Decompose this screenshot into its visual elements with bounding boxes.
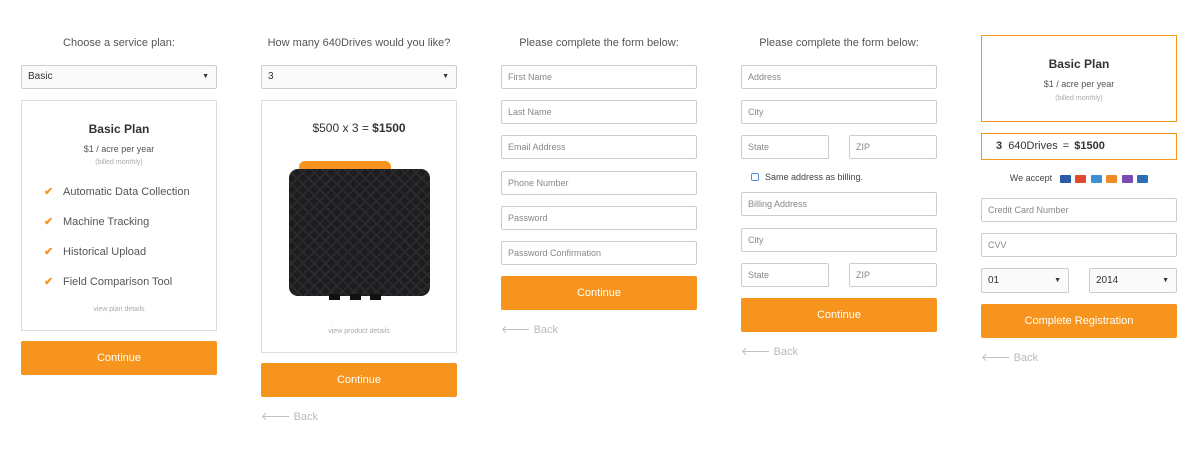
back-link[interactable]: 🡐 Back bbox=[741, 344, 798, 358]
continue-button[interactable]: Continue bbox=[741, 298, 937, 332]
we-accept-label: We accept bbox=[1009, 173, 1053, 183]
arrow-left-icon: 🡐 bbox=[501, 324, 531, 336]
order-product: 640Drives bbox=[1008, 140, 1058, 152]
billing-city-field[interactable]: City bbox=[741, 228, 937, 252]
card-icon bbox=[1121, 174, 1133, 183]
chevron-down-icon: ▼ bbox=[202, 73, 209, 80]
first-name-field[interactable]: First Name bbox=[501, 65, 697, 89]
price-formula: $500 x 3 = bbox=[312, 121, 373, 135]
drive-body bbox=[289, 169, 430, 296]
step-heading: Please complete the form below: bbox=[759, 37, 919, 49]
password-field[interactable]: Password bbox=[501, 206, 697, 230]
chevron-down-icon: ▼ bbox=[1162, 277, 1169, 284]
order-quantity: 3 bbox=[996, 140, 1003, 152]
drive-port bbox=[350, 294, 361, 300]
continue-button[interactable]: Continue bbox=[501, 276, 697, 310]
arrow-left-icon: 🡐 bbox=[981, 352, 1011, 364]
same-address-label: Same address as billing. bbox=[765, 172, 864, 182]
step-heading: Please complete the form below: bbox=[519, 37, 679, 49]
check-icon: ✔ bbox=[44, 246, 54, 258]
expiry-month-select[interactable]: 01 ▼ bbox=[981, 268, 1069, 293]
step-heading: How many 640Drives would you like? bbox=[267, 37, 451, 49]
password-confirmation-field[interactable]: Password Confirmation bbox=[501, 241, 697, 265]
arrow-left-icon: 🡐 bbox=[261, 411, 291, 423]
feature-item: ✔ Machine Tracking bbox=[44, 215, 149, 229]
billing-state-field[interactable]: State bbox=[741, 263, 829, 287]
back-label: Back bbox=[293, 411, 319, 423]
expiry-month-value: 01 bbox=[988, 275, 1000, 286]
phone-field[interactable]: Phone Number bbox=[501, 171, 697, 195]
state-field[interactable]: State bbox=[741, 135, 829, 159]
checkbox-icon[interactable] bbox=[751, 172, 759, 181]
plan-price: $1 / acre per year bbox=[1043, 79, 1115, 89]
drive-port bbox=[329, 294, 340, 300]
feature-item: ✔ Automatic Data Collection bbox=[44, 185, 190, 199]
step-heading: Choose a service plan: bbox=[63, 37, 175, 49]
chevron-down-icon: ▼ bbox=[442, 73, 449, 80]
check-icon: ✔ bbox=[44, 276, 54, 288]
plan-title: Basic Plan bbox=[88, 122, 150, 136]
cvv-field[interactable]: CVV bbox=[981, 233, 1177, 257]
billing-zip-field[interactable]: ZIP bbox=[849, 263, 937, 287]
credit-card-number-field[interactable]: Credit Card Number bbox=[981, 198, 1177, 222]
plan-price: $1 / acre per year bbox=[83, 144, 155, 154]
plan-select-value: Basic bbox=[28, 71, 53, 82]
back-link[interactable]: 🡐 Back bbox=[261, 409, 318, 423]
arrow-left-icon: 🡐 bbox=[741, 346, 771, 358]
order-total: $1500 bbox=[1074, 140, 1105, 152]
mastercard-icon bbox=[1075, 174, 1087, 183]
back-label: Back bbox=[773, 346, 799, 358]
view-plan-details-link[interactable]: view plan details bbox=[22, 306, 216, 313]
visa-icon bbox=[1059, 174, 1071, 183]
back-link[interactable]: 🡐 Back bbox=[501, 322, 558, 336]
paypal-icon bbox=[1137, 174, 1149, 183]
same-address-checkbox[interactable]: Same address as billing. bbox=[751, 171, 863, 183]
address-field[interactable]: Address bbox=[741, 65, 937, 89]
plan-card: Basic Plan $1 / acre per year (billed mo… bbox=[21, 100, 217, 331]
expiry-year-select[interactable]: 2014 ▼ bbox=[1089, 268, 1177, 293]
product-card: $500 x 3 = $1500 view product details bbox=[261, 100, 457, 353]
quantity-select[interactable]: 3 ▼ bbox=[261, 65, 457, 89]
expiry-year-value: 2014 bbox=[1096, 275, 1119, 286]
plan-summary-card: Basic Plan $1 / acre per year (billed mo… bbox=[981, 35, 1177, 122]
complete-registration-button[interactable]: Complete Registration bbox=[981, 304, 1177, 338]
city-field[interactable]: City bbox=[741, 100, 937, 124]
feature-item: ✔ Field Comparison Tool bbox=[44, 275, 172, 289]
back-label: Back bbox=[533, 324, 559, 336]
feature-label: Automatic Data Collection bbox=[63, 186, 190, 198]
plan-billing-note: (billed monthly) bbox=[95, 159, 143, 166]
chevron-down-icon: ▼ bbox=[1054, 277, 1061, 284]
check-icon: ✔ bbox=[44, 186, 54, 198]
check-icon: ✔ bbox=[44, 216, 54, 228]
price-total: $1500 bbox=[372, 121, 406, 135]
feature-label: Field Comparison Tool bbox=[63, 276, 173, 288]
quantity-select-value: 3 bbox=[268, 71, 274, 82]
order-equals: = bbox=[1062, 140, 1070, 152]
feature-label: Machine Tracking bbox=[63, 216, 150, 228]
plan-billing-note: (billed monthly) bbox=[1055, 95, 1103, 102]
zip-field[interactable]: ZIP bbox=[849, 135, 937, 159]
feature-label: Historical Upload bbox=[63, 246, 147, 258]
continue-button[interactable]: Continue bbox=[261, 363, 457, 397]
billing-address-field[interactable]: Billing Address bbox=[741, 192, 937, 216]
order-summary: 3 640Drives = $1500 bbox=[981, 133, 1177, 160]
accepted-cards: We accept bbox=[981, 173, 1177, 183]
plan-title: Basic Plan bbox=[1048, 57, 1110, 71]
last-name-field[interactable]: Last Name bbox=[501, 100, 697, 124]
discover-icon bbox=[1106, 174, 1118, 183]
drive-port bbox=[370, 294, 381, 300]
continue-button[interactable]: Continue bbox=[21, 341, 217, 375]
email-field[interactable]: Email Address bbox=[501, 135, 697, 159]
view-product-details-link[interactable]: view product details bbox=[262, 328, 456, 335]
feature-item: ✔ Historical Upload bbox=[44, 245, 146, 259]
price-calculation: $500 x 3 = $1500 bbox=[262, 121, 456, 135]
plan-select[interactable]: Basic ▼ bbox=[21, 65, 217, 89]
back-link[interactable]: 🡐 Back bbox=[981, 350, 1038, 364]
amex-icon bbox=[1090, 174, 1102, 183]
back-label: Back bbox=[1013, 352, 1039, 364]
